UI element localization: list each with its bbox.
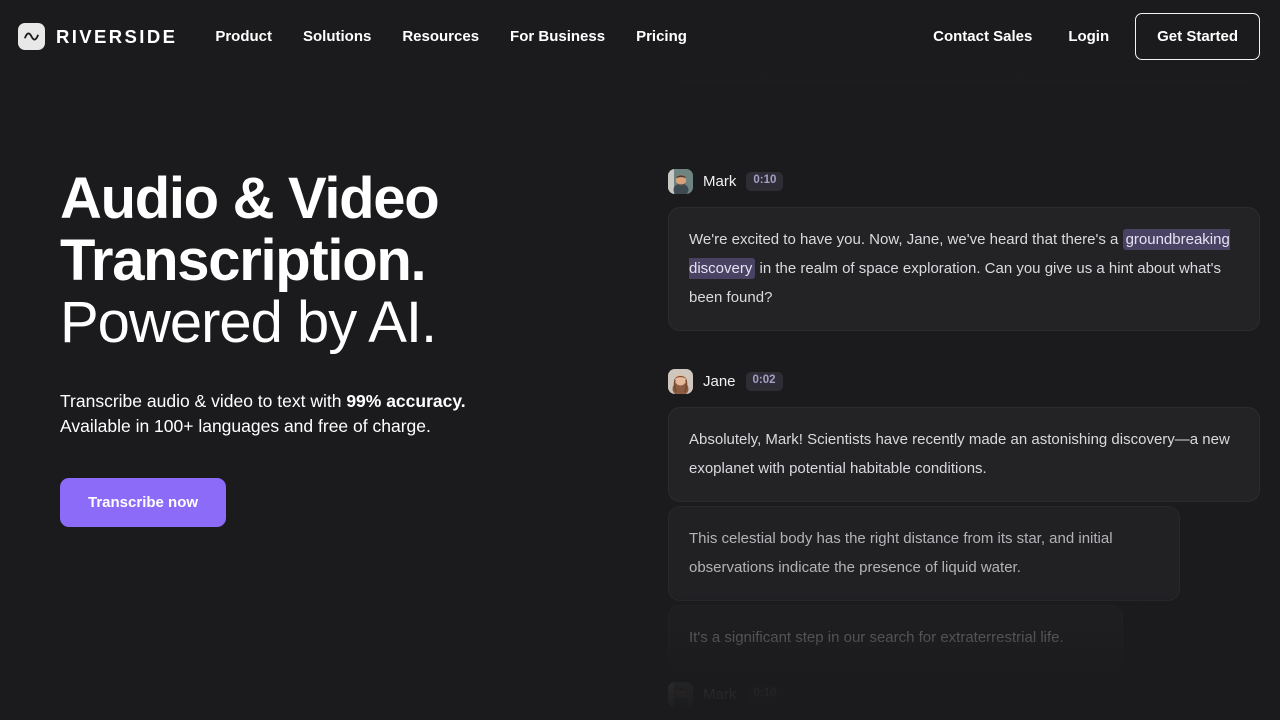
page-title: Audio & Video Transcription. Powered by … [60,168,620,354]
message-speaker: Jane [703,372,736,390]
nav-item-pricing[interactable]: Pricing [636,28,687,45]
message-header: Jane 0:02 [668,368,1260,394]
message-timestamp[interactable]: 0:10 [746,684,784,704]
contact-sales-link[interactable]: Contact Sales [933,28,1032,45]
nav-item-solutions[interactable]: Solutions [303,28,371,45]
hero-subtitle: Transcribe audio & video to text with 99… [60,389,530,439]
brand-name: RIVERSIDE [56,25,178,47]
message-bubble[interactable]: It's a significant step in our search fo… [668,605,1123,671]
nav-item-resources[interactable]: Resources [402,28,479,45]
hero-accuracy-highlight: 99% accuracy. [346,391,466,411]
message-bubble[interactable]: Absolutely, Mark! Scientists have recent… [668,407,1260,502]
transcript-message: Mark 0:10 We're excited to have you. Now… [660,168,1280,331]
nav-item-product[interactable]: Product [215,28,272,45]
message-speaker: Mark [703,685,737,703]
primary-nav-links: Product Solutions Resources For Business… [215,28,687,45]
transcript-message: Mark 0:10 [660,681,1280,720]
top-navigation-bar: RIVERSIDE Product Solutions Resources Fo… [0,0,1280,73]
transcribe-now-button[interactable]: Transcribe now [60,478,227,527]
nav-actions: Contact Sales Login Get Started [933,13,1260,60]
riverside-wave-icon [18,23,45,50]
hero-subtitle-part-1: Transcribe audio & video to text with [60,391,347,411]
message-timestamp[interactable]: 0:10 [746,171,784,191]
bubble-text-post: in the realm of space exploration. Can y… [689,260,1221,306]
login-link[interactable]: Login [1068,28,1109,45]
get-started-button[interactable]: Get Started [1135,13,1260,60]
bubble-text-pre: We're excited to have you. Now, Jane, we… [689,231,1123,248]
hero-title-line-2: Transcription. [60,228,427,293]
nav-item-for-business[interactable]: For Business [510,28,605,45]
hero-title-line-3: Powered by AI. [60,290,437,355]
avatar-mark-icon [668,168,693,194]
transcript-panel[interactable]: Jane 03:20 hank you, Mark! It's a pleasu… [660,0,1280,720]
message-header: Mark 0:10 [668,168,1260,194]
hero-title-line-1: Audio & Video [60,166,440,231]
message-header: Mark 0:10 [668,681,1260,707]
transcript-message: Jane 0:02 Absolutely, Mark! Scientists h… [660,368,1280,671]
message-bubble[interactable]: We're excited to have you. Now, Jane, we… [668,207,1260,331]
avatar-mark-icon [668,681,693,707]
message-bubble[interactable]: This celestial body has the right distan… [668,506,1180,601]
avatar-jane-icon [668,368,693,394]
hero-section: Audio & Video Transcription. Powered by … [60,168,620,527]
brand-logo[interactable]: RIVERSIDE [18,23,177,50]
message-timestamp[interactable]: 0:02 [745,371,783,391]
hero-subtitle-part-2: Available in 100+ languages and free of … [60,416,431,436]
message-speaker: Mark [703,172,737,190]
